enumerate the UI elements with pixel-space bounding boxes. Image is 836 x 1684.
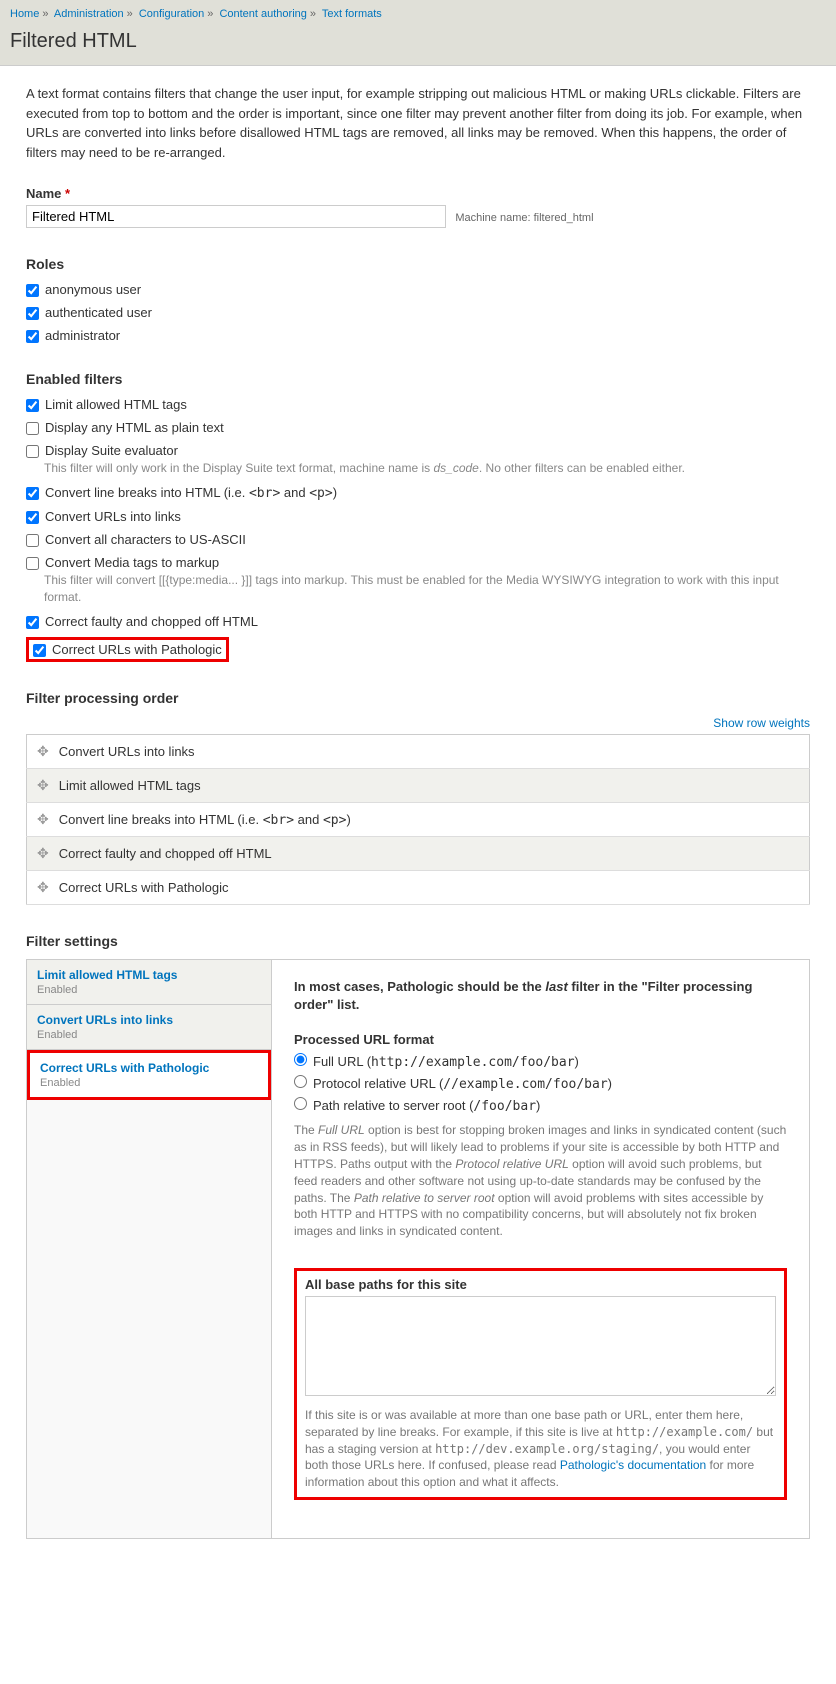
filter-ds-checkbox[interactable] [26, 445, 39, 458]
radio-label: Path relative to server root (/foo/bar) [313, 1098, 540, 1113]
pathologic-note: In most cases, Pathologic should be the … [294, 978, 787, 1014]
filter-correct-checkbox[interactable] [26, 616, 39, 629]
filter-ascii-checkbox[interactable] [26, 534, 39, 547]
filter-br-checkbox[interactable] [26, 487, 39, 500]
table-row[interactable]: ✥Correct URLs with Pathologic [27, 871, 810, 905]
crumb-config[interactable]: Configuration [139, 8, 204, 20]
url-format-heading: Processed URL format [294, 1032, 787, 1047]
radio-label: Full URL (http://example.com/foo/bar) [313, 1054, 579, 1069]
filter-plain-checkbox[interactable] [26, 422, 39, 435]
pathologic-docs-link[interactable]: Pathologic's documentation [560, 1458, 706, 1472]
crumb-admin[interactable]: Administration [54, 8, 124, 20]
roles-heading: Roles [26, 256, 810, 272]
table-row[interactable]: ✥Convert line breaks into HTML (i.e. <br… [27, 803, 810, 837]
filter-pathologic-checkbox[interactable] [33, 644, 46, 657]
drag-handle-icon[interactable]: ✥ [37, 845, 59, 862]
role-label: administrator [45, 328, 120, 343]
machine-name: Machine name: filtered_html [455, 212, 593, 224]
name-input[interactable] [26, 205, 446, 228]
filter-label: Convert URLs into links [45, 509, 181, 524]
base-paths-label: All base paths for this site [305, 1277, 776, 1292]
filter-ds-desc: This filter will only work in the Displa… [44, 460, 810, 477]
filter-label: Correct URLs with Pathologic [52, 642, 222, 657]
radio-protocol-relative[interactable] [294, 1075, 307, 1088]
table-row[interactable]: ✥Limit allowed HTML tags [27, 769, 810, 803]
name-label: Name * [26, 186, 810, 201]
breadcrumb: Home» Administration» Configuration» Con… [10, 4, 826, 24]
page-title: Filtered HTML [10, 24, 826, 65]
role-administrator-checkbox[interactable] [26, 330, 39, 343]
url-format-help: The Full URL option is best for stopping… [294, 1122, 787, 1240]
role-label: authenticated user [45, 305, 152, 320]
base-paths-textarea[interactable] [305, 1296, 776, 1396]
filter-label: Convert line breaks into HTML (i.e. <br>… [45, 485, 337, 500]
filter-limit-checkbox[interactable] [26, 399, 39, 412]
intro-text: A text format contains filters that chan… [26, 84, 810, 162]
drag-handle-icon[interactable]: ✥ [37, 879, 59, 896]
role-authenticated-checkbox[interactable] [26, 307, 39, 320]
filter-settings-heading: Filter settings [26, 933, 810, 949]
filter-media-desc: This filter will convert [[{type:media..… [44, 572, 810, 606]
filter-label: Display any HTML as plain text [45, 420, 224, 435]
radio-path-relative[interactable] [294, 1097, 307, 1110]
drag-handle-icon[interactable]: ✥ [37, 777, 59, 794]
tab-pathologic[interactable]: Correct URLs with Pathologic Enabled [27, 1050, 271, 1100]
radio-full-url[interactable] [294, 1053, 307, 1066]
crumb-home[interactable]: Home [10, 8, 39, 20]
filter-label: Convert Media tags to markup [45, 555, 219, 570]
settings-tabs: Limit allowed HTML tags Enabled Convert … [27, 960, 272, 1538]
role-label: anonymous user [45, 282, 141, 297]
show-row-weights-link[interactable]: Show row weights [713, 716, 810, 730]
filter-media-checkbox[interactable] [26, 557, 39, 570]
drag-handle-icon[interactable]: ✥ [37, 811, 59, 828]
filter-label: Display Suite evaluator [45, 443, 178, 458]
filter-order-table: ✥Convert URLs into links ✥Limit allowed … [26, 734, 810, 905]
base-paths-help: If this site is or was available at more… [305, 1407, 776, 1491]
filter-label: Convert all characters to US-ASCII [45, 532, 246, 547]
filter-label: Limit allowed HTML tags [45, 397, 187, 412]
enabled-filters-heading: Enabled filters [26, 371, 810, 387]
table-row[interactable]: ✥Convert URLs into links [27, 735, 810, 769]
drag-handle-icon[interactable]: ✥ [37, 743, 59, 760]
crumb-formats[interactable]: Text formats [322, 8, 382, 20]
tab-convert-urls[interactable]: Convert URLs into links Enabled [27, 1005, 271, 1050]
order-heading: Filter processing order [26, 690, 810, 706]
tab-limit-html[interactable]: Limit allowed HTML tags Enabled [27, 960, 271, 1005]
filter-label: Correct faulty and chopped off HTML [45, 614, 258, 629]
role-anonymous-checkbox[interactable] [26, 284, 39, 297]
table-row[interactable]: ✥Correct faulty and chopped off HTML [27, 837, 810, 871]
filter-urls-checkbox[interactable] [26, 511, 39, 524]
crumb-content[interactable]: Content authoring [219, 8, 306, 20]
radio-label: Protocol relative URL (//example.com/foo… [313, 1076, 612, 1091]
